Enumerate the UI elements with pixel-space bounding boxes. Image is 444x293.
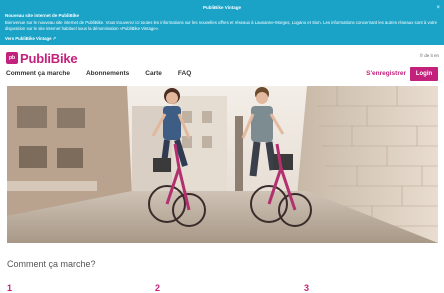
nav-item-carte[interactable]: Carte: [145, 70, 162, 77]
nav-item-faq[interactable]: FAQ: [178, 70, 191, 77]
main-nav: Comment ça marche Abonnements Carte FAQ: [6, 70, 207, 77]
notice-title: PubliBike Vintage: [203, 5, 241, 10]
nav-item-comment-ca-marche[interactable]: Comment ça marche: [6, 70, 70, 77]
nav-item-abonnements[interactable]: Abonnements: [86, 70, 129, 77]
step-number-2: 2: [155, 283, 161, 293]
section-title: Comment ça marche?: [7, 259, 96, 269]
notice-text: Bienvenue sur le nouveau site internet d…: [5, 20, 438, 31]
logo[interactable]: pb PubliBike: [6, 50, 78, 66]
close-icon[interactable]: ×: [436, 5, 440, 11]
step-number-1: 1: [7, 283, 13, 293]
language-switcher[interactable]: fr de it en: [420, 53, 439, 58]
vintage-link[interactable]: Vers PubliBike Vintage ↗: [5, 36, 56, 42]
notice-banner: PubliBike Vintage × Nouveau site interne…: [0, 0, 444, 45]
step-number-3: 3: [304, 283, 310, 293]
hero-image: [7, 86, 438, 243]
logo-mark-icon: pb: [6, 52, 18, 64]
signup-link[interactable]: S'enregistrer: [366, 70, 406, 77]
notice-heading: Nouveau site internet de PubliBike: [5, 13, 80, 18]
login-button[interactable]: Login: [410, 67, 438, 81]
logo-text: PubliBike: [20, 50, 78, 66]
